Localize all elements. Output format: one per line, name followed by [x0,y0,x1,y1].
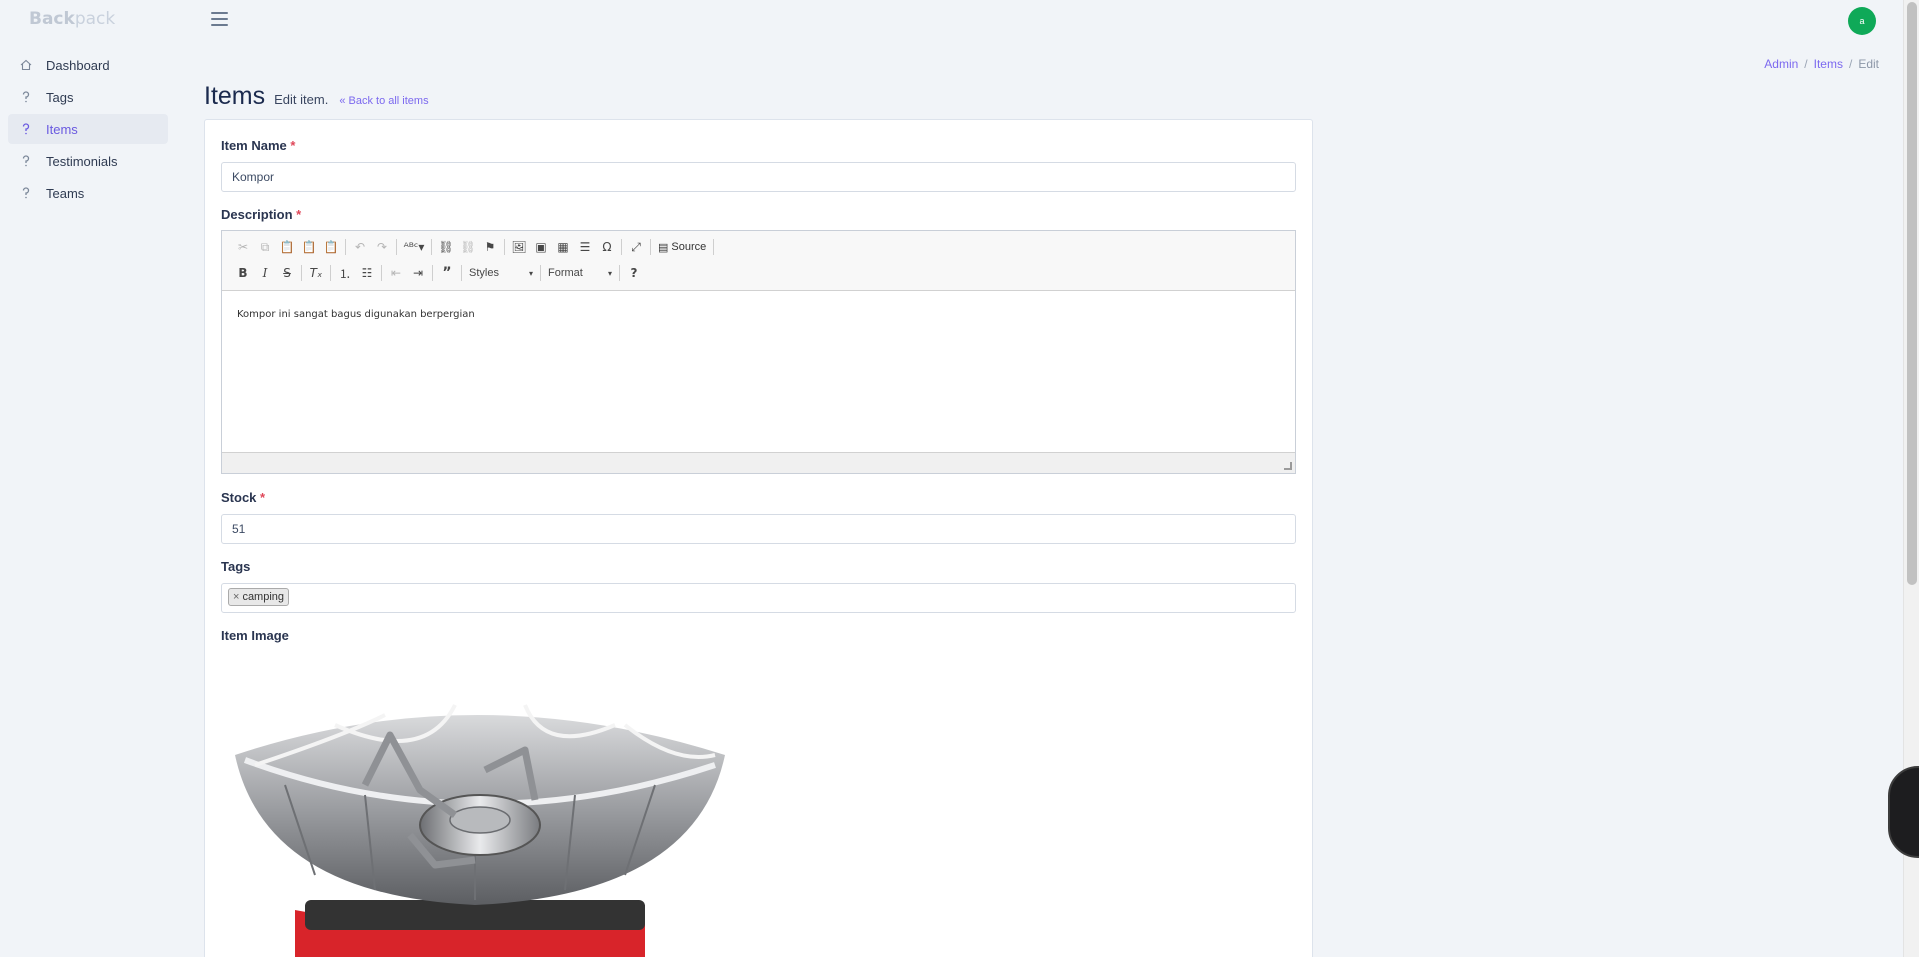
copy-icon[interactable]: ⧉ [254,237,276,257]
table-icon[interactable]: ▦ [552,237,574,257]
sidebar-item-testimonials[interactable]: Testimonials [8,146,168,176]
editor-toolbar-row-1: ✂ ⧉ 📋 📋 📋 ↶ ↷ ᴬᴮᶜ▾ ⛓ ⛓ ⚑ 🖼 ▣ ▦ ☰ Ω ⤢ ▤ S… [232,236,717,258]
user-avatar[interactable]: a [1848,7,1876,35]
editor-toolbar-row-2: B I S Tₓ ⒈ ☷ ⇤ ⇥ ” Styles ▾ Format ▾ ? [232,262,645,284]
question-icon [20,187,32,199]
outdent-icon[interactable]: ⇤ [385,263,407,283]
indent-icon[interactable]: ⇥ [407,263,429,283]
resize-handle-icon[interactable] [1284,462,1292,470]
editor-statusbar [222,452,1295,473]
maximize-icon[interactable]: ⤢ [625,237,647,257]
breadcrumb-current: Edit [1858,57,1879,71]
edit-form-card: Item Name * Kompor Description * ✂ ⧉ 📋 📋… [204,119,1313,957]
anchor-flag-icon[interactable]: ⚑ [479,237,501,257]
special-char-icon[interactable]: Ω [596,237,618,257]
item-name-label: Item Name * [221,138,296,153]
numbered-list-icon[interactable]: ⒈ [334,263,356,283]
brand-logo[interactable]: Backpack [29,9,115,29]
breadcrumb: Admin / Items / Edit [1764,57,1879,71]
source-icon: ▤ [658,241,669,254]
item-name-input[interactable]: Kompor [221,162,1296,192]
page-subtitle: Edit item. [274,92,329,107]
blockquote-icon[interactable]: ” [436,263,458,283]
caret-down-icon: ▾ [528,268,533,278]
sidebar-item-label: Dashboard [46,57,110,73]
unlink-icon[interactable]: ⛓ [457,237,479,257]
floating-widget-button[interactable] [1888,766,1919,858]
cut-icon[interactable]: ✂ [232,237,254,257]
sidebar-item-label: Items [46,121,78,137]
embed-icon[interactable]: ▣ [530,237,552,257]
top-bar: Backpack a [0,0,1903,40]
sidebar-item-tags[interactable]: Tags [8,82,168,112]
question-icon [20,91,32,103]
italic-icon[interactable]: I [254,263,276,283]
back-to-all-items-link[interactable]: « Back to all items [339,95,428,107]
sidebar-item-dashboard[interactable]: Dashboard [8,50,168,80]
stock-label: Stock * [221,490,266,505]
styles-dropdown[interactable]: Styles ▾ [465,264,537,282]
page-header: Items Edit item. « Back to all items [204,82,429,111]
sidebar: Dashboard Tags Items Testimonials Teams [8,50,168,210]
stock-input[interactable]: 51 [221,514,1296,544]
undo-icon[interactable]: ↶ [349,237,371,257]
tag-chip[interactable]: × camping [228,588,290,606]
paste-icon[interactable]: 📋 [276,237,298,257]
item-image-label: Item Image [221,628,289,643]
paste-text-icon[interactable]: 📋 [298,237,320,257]
sidebar-item-teams[interactable]: Teams [8,178,168,208]
editor-toolbar: ✂ ⧉ 📋 📋 📋 ↶ ↷ ᴬᴮᶜ▾ ⛓ ⛓ ⚑ 🖼 ▣ ▦ ☰ Ω ⤢ ▤ S… [222,231,1295,291]
question-icon [20,123,32,135]
caret-down-icon: ▾ [607,268,612,278]
breadcrumb-items[interactable]: Items [1814,57,1843,71]
home-icon [20,59,32,71]
redo-icon[interactable]: ↷ [371,237,393,257]
source-button[interactable]: ▤ Source [654,241,710,254]
bold-icon[interactable]: B [232,263,254,283]
paste-from-word-icon[interactable]: 📋 [320,237,342,257]
editor-content-area[interactable]: Kompor ini sangat bagus digunakan berper… [222,291,1295,452]
tags-select[interactable]: × camping [221,583,1296,613]
strikethrough-icon[interactable]: S [276,263,298,283]
spellcheck-icon[interactable]: ᴬᴮᶜ▾ [400,237,428,257]
sidebar-item-label: Teams [46,185,85,201]
format-dropdown[interactable]: Format ▾ [544,264,616,282]
item-image-preview [225,695,725,957]
help-icon[interactable]: ? [623,263,645,283]
question-icon [20,155,32,167]
link-icon[interactable]: ⛓ [435,237,457,257]
bulleted-list-icon[interactable]: ☷ [356,263,378,283]
rich-text-editor: ✂ ⧉ 📋 📋 📋 ↶ ↷ ᴬᴮᶜ▾ ⛓ ⛓ ⚑ 🖼 ▣ ▦ ☰ Ω ⤢ ▤ S… [221,230,1296,474]
sidebar-item-label: Tags [46,89,74,105]
sidebar-item-label: Testimonials [46,153,118,169]
breadcrumb-admin[interactable]: Admin [1764,57,1798,71]
description-label: Description * [221,207,302,222]
remove-format-icon[interactable]: Tₓ [305,263,327,283]
sidebar-item-items[interactable]: Items [8,114,168,144]
remove-tag-icon[interactable]: × [233,591,239,603]
scrollbar-thumb[interactable] [1907,2,1917,585]
page-title: Items [204,82,266,110]
image-icon[interactable]: 🖼 [508,237,530,257]
double-chevron-left-icon: « [339,95,346,107]
tags-label: Tags [221,559,251,574]
horizontal-line-icon[interactable]: ☰ [574,237,596,257]
sidebar-toggle-icon[interactable] [211,12,228,26]
